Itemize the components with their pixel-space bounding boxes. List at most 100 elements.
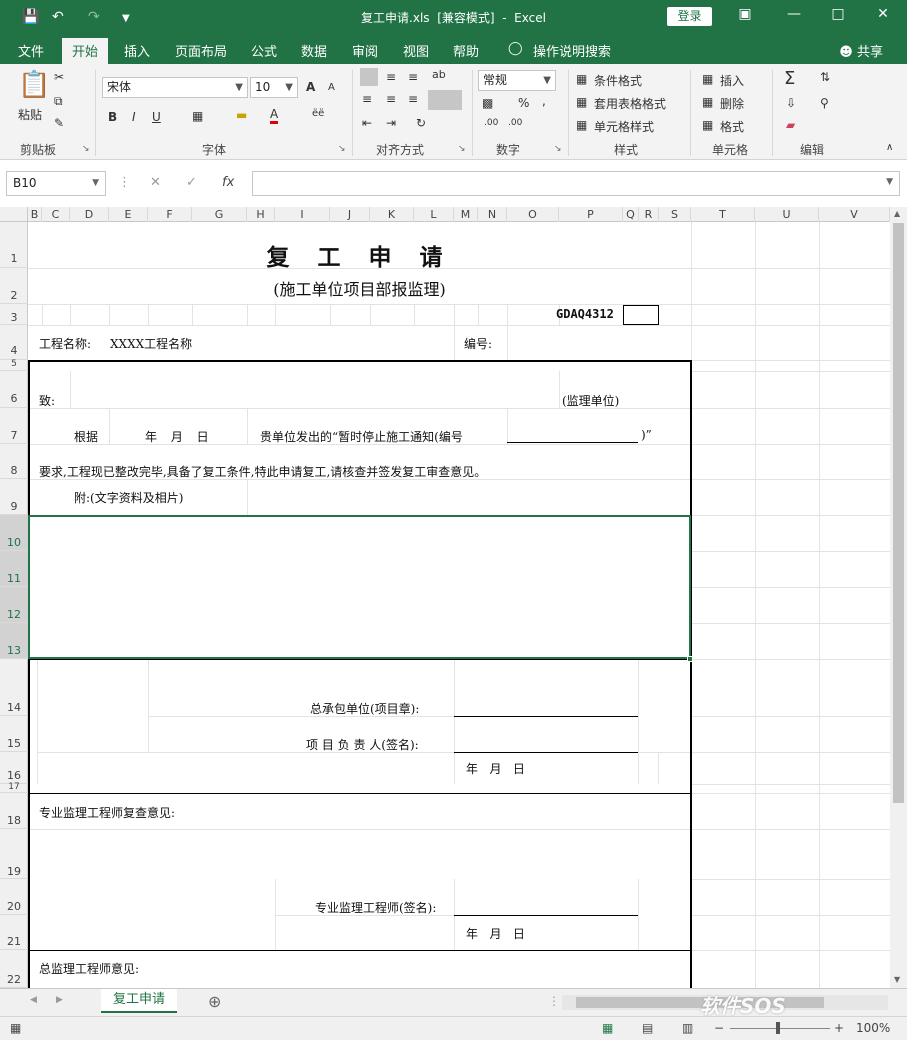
- column-header[interactable]: U: [755, 207, 819, 222]
- row-header[interactable]: 17: [0, 783, 28, 793]
- collapse-ribbon-icon[interactable]: ∧: [886, 142, 893, 153]
- tab-data[interactable]: 数据: [301, 41, 327, 60]
- page-break-view-icon[interactable]: ▥: [682, 1021, 693, 1035]
- font-color-button[interactable]: A: [270, 108, 279, 124]
- copy-icon[interactable]: ⧉: [54, 94, 63, 109]
- paste-button[interactable]: 粘贴: [18, 106, 42, 123]
- tab-review[interactable]: 审阅: [352, 41, 378, 60]
- zoom-out-icon[interactable]: −: [714, 1021, 724, 1035]
- column-header[interactable]: D: [70, 207, 109, 222]
- delete-cells-button[interactable]: 删除: [720, 95, 744, 112]
- sheet-tab[interactable]: 复工申请: [101, 989, 177, 1013]
- column-header[interactable]: L: [414, 207, 454, 222]
- row-header[interactable]: 8: [0, 444, 28, 479]
- macro-record-icon[interactable]: ▦: [10, 1021, 21, 1035]
- next-sheet-icon[interactable]: ▶: [56, 995, 63, 1005]
- row-header[interactable]: 10: [0, 515, 28, 551]
- column-header[interactable]: Q: [623, 207, 639, 222]
- insert-function-button[interactable]: fx: [222, 175, 234, 190]
- row-header[interactable]: 15: [0, 716, 28, 752]
- row-header[interactable]: 13: [0, 623, 28, 659]
- underline-button[interactable]: U: [152, 110, 161, 124]
- shrink-font-button[interactable]: A: [328, 82, 335, 93]
- column-header[interactable]: M: [454, 207, 478, 222]
- tell-me-search[interactable]: 操作说明搜索: [533, 41, 611, 60]
- column-header[interactable]: K: [370, 207, 414, 222]
- cancel-icon[interactable]: ✕: [150, 175, 161, 190]
- merge-center-icon[interactable]: [428, 90, 462, 110]
- decrease-indent-icon[interactable]: ⇤: [362, 116, 372, 130]
- column-header[interactable]: V: [819, 207, 890, 222]
- enter-icon[interactable]: ✓: [186, 175, 197, 190]
- column-header[interactable]: F: [148, 207, 192, 222]
- column-header[interactable]: T: [691, 207, 755, 222]
- row-header[interactable]: 22: [0, 950, 28, 988]
- worksheet-grid[interactable]: 复 工 申 请 (施工单位项目部报监理) GDAQ4312 工程名称: XXXX…: [28, 222, 890, 988]
- maximize-icon[interactable]: □: [828, 6, 848, 22]
- borders-icon[interactable]: ▦: [192, 109, 203, 123]
- zoom-slider-thumb[interactable]: [776, 1022, 780, 1034]
- row-header[interactable]: 11: [0, 551, 28, 587]
- percent-button[interactable]: %: [518, 96, 529, 110]
- decrease-decimal-icon[interactable]: .00: [508, 118, 522, 128]
- column-header[interactable]: R: [639, 207, 659, 222]
- formula-input[interactable]: ▼: [252, 171, 900, 196]
- row-header[interactable]: 19: [0, 829, 28, 879]
- row-header[interactable]: 1: [0, 222, 28, 268]
- column-header[interactable]: G: [192, 207, 247, 222]
- scroll-up-icon[interactable]: ▲: [894, 209, 900, 218]
- table-format-button[interactable]: 套用表格格式: [594, 95, 666, 112]
- zoom-slider-track[interactable]: [730, 1028, 830, 1029]
- fill-handle[interactable]: [687, 656, 693, 662]
- insert-cells-button[interactable]: 插入: [720, 72, 744, 89]
- column-header[interactable]: E: [109, 207, 148, 222]
- column-header[interactable]: C: [42, 207, 70, 222]
- align-middle-icon[interactable]: ≡: [386, 70, 396, 84]
- align-center-icon[interactable]: ≡: [386, 92, 396, 106]
- format-cells-button[interactable]: 格式: [720, 118, 744, 135]
- number-format-select[interactable]: 常规 ▼: [478, 70, 556, 91]
- row-header[interactable]: 20: [0, 879, 28, 915]
- cut-icon[interactable]: ✂: [54, 70, 64, 84]
- format-painter-icon[interactable]: ✎: [54, 116, 64, 130]
- alignment-launcher-icon[interactable]: ↘: [458, 144, 466, 154]
- paste-icon[interactable]: 📋: [18, 70, 50, 100]
- select-all-corner[interactable]: [0, 207, 28, 222]
- grow-font-button[interactable]: A: [306, 80, 315, 94]
- tab-page-layout[interactable]: 页面布局: [175, 41, 227, 60]
- row-header[interactable]: 12: [0, 587, 28, 623]
- row-header[interactable]: 2: [0, 268, 28, 304]
- column-header[interactable]: S: [659, 207, 691, 222]
- font-launcher-icon[interactable]: ↘: [338, 144, 346, 154]
- column-header[interactable]: O: [507, 207, 559, 222]
- autosum-icon[interactable]: Σ: [784, 68, 795, 89]
- column-header[interactable]: I: [275, 207, 330, 222]
- column-header[interactable]: N: [478, 207, 507, 222]
- column-header[interactable]: P: [559, 207, 623, 222]
- comma-button[interactable]: ,: [542, 94, 546, 108]
- number-launcher-icon[interactable]: ↘: [554, 144, 562, 154]
- column-header[interactable]: J: [330, 207, 370, 222]
- row-header[interactable]: 14: [0, 659, 28, 716]
- italic-button[interactable]: I: [132, 110, 136, 124]
- tab-formulas[interactable]: 公式: [251, 41, 277, 60]
- share-button[interactable]: ☻ 共享: [839, 41, 883, 60]
- wrap-text-icon[interactable]: ↻: [416, 116, 426, 130]
- currency-icon[interactable]: ▩: [482, 96, 493, 110]
- minimize-icon[interactable]: —: [784, 6, 804, 22]
- align-left-icon[interactable]: ≡: [362, 92, 372, 106]
- align-bottom-icon[interactable]: ≡: [408, 70, 418, 84]
- normal-view-icon[interactable]: ▦: [602, 1021, 613, 1035]
- font-family-select[interactable]: 宋体 ▼: [102, 77, 248, 98]
- increase-indent-icon[interactable]: ⇥: [386, 116, 396, 130]
- find-select-icon[interactable]: ⚲: [820, 96, 829, 110]
- increase-decimal-icon[interactable]: .00: [484, 118, 498, 128]
- column-header[interactable]: H: [247, 207, 275, 222]
- zoom-level[interactable]: 100%: [856, 1021, 890, 1035]
- tab-help[interactable]: 帮助: [453, 41, 479, 60]
- clipboard-launcher-icon[interactable]: ↘: [82, 144, 90, 154]
- tab-file[interactable]: 文件: [18, 41, 44, 60]
- phonetic-icon[interactable]: ёё: [312, 108, 324, 119]
- cell-styles-button[interactable]: 单元格样式: [594, 118, 654, 135]
- fill-icon[interactable]: ⇩: [786, 96, 796, 110]
